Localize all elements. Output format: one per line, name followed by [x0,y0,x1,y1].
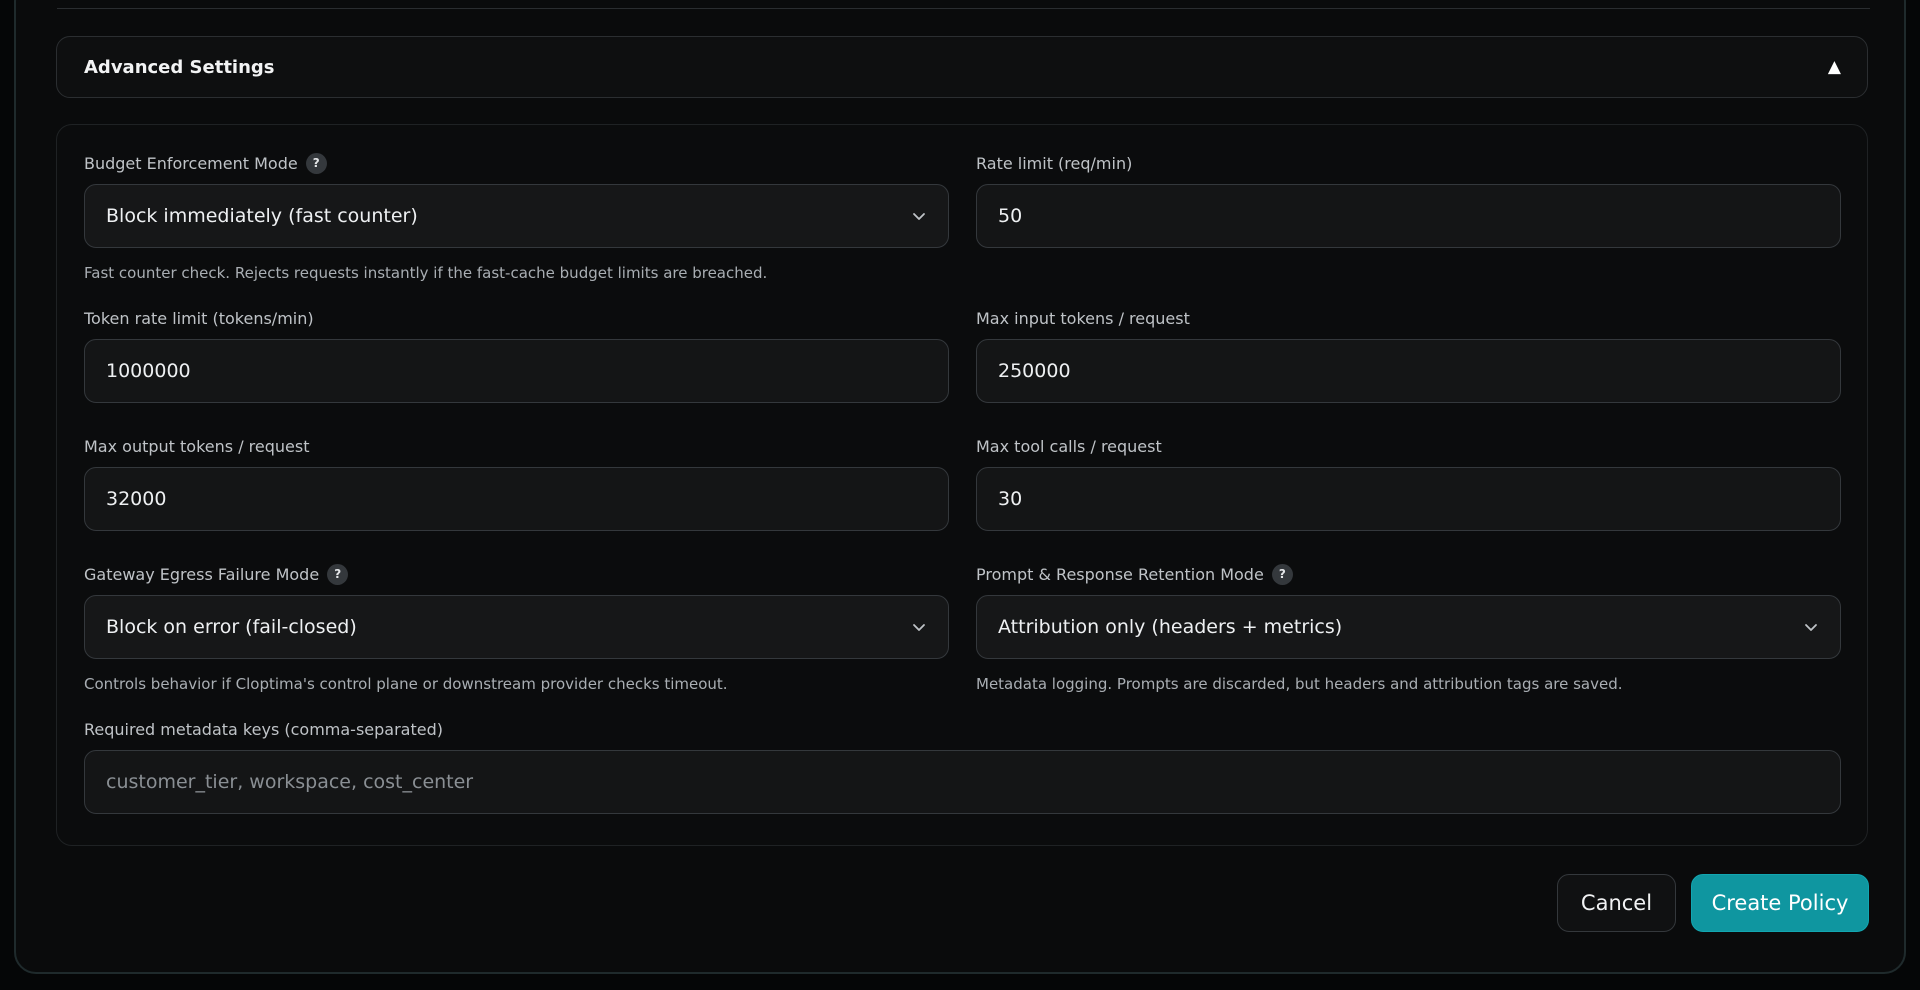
retention-mode-label: Prompt & Response Retention Mode [976,564,1264,584]
max-output-tokens-label: Max output tokens / request [84,436,310,456]
max-output-tokens-value: 32000 [106,488,167,510]
section-divider [57,8,1870,9]
max-tool-calls-label: Max tool calls / request [976,436,1162,456]
egress-failure-mode-value: Block on error (fail-closed) [106,616,357,638]
retention-mode-hint: Metadata logging. Prompts are discarded,… [976,675,1623,693]
egress-failure-mode-label: Gateway Egress Failure Mode [84,564,320,584]
egress-failure-mode-hint: Controls behavior if Cloptima's control … [84,675,728,693]
advanced-settings-toggle[interactable]: Advanced Settings ▲ [56,36,1868,98]
budget-mode-label: Budget Enforcement Mode [84,153,298,173]
retention-mode-select[interactable]: Attribution only (headers + metrics) [976,595,1841,659]
advanced-settings-panel: Budget Enforcement Mode ? Block immediat… [56,124,1868,846]
max-output-tokens-input[interactable]: 32000 [84,467,949,531]
create-policy-button[interactable]: Create Policy [1691,874,1869,932]
metadata-keys-field: Required metadata keys (comma-separated)… [84,718,1841,814]
caret-up-icon[interactable]: ▲ [1828,57,1841,77]
metadata-keys-label: Required metadata keys (comma-separated) [84,719,443,739]
chevron-down-icon [913,213,925,220]
token-rate-limit-value: 1000000 [106,360,191,382]
max-input-tokens-value: 250000 [998,360,1071,382]
advanced-settings-title: Advanced Settings [84,56,275,78]
egress-failure-mode-select[interactable]: Block on error (fail-closed) [84,595,949,659]
max-tool-calls-field: Max tool calls / request 30 [976,435,1841,531]
metadata-keys-input[interactable]: customer_tier, workspace, cost_center [84,750,1841,814]
chevron-down-icon [1805,624,1817,631]
retention-mode-value: Attribution only (headers + metrics) [998,616,1343,638]
rate-limit-input[interactable]: 50 [976,184,1841,248]
max-input-tokens-input[interactable]: 250000 [976,339,1841,403]
max-tool-calls-input[interactable]: 30 [976,467,1841,531]
rate-limit-label: Rate limit (req/min) [976,153,1133,173]
budget-mode-field: Budget Enforcement Mode ? Block immediat… [84,152,949,282]
retention-mode-field: Prompt & Response Retention Mode ? Attri… [976,563,1841,693]
token-rate-limit-input[interactable]: 1000000 [84,339,949,403]
help-icon[interactable]: ? [327,563,349,585]
token-rate-limit-field: Token rate limit (tokens/min) 1000000 [84,307,949,403]
max-tool-calls-value: 30 [998,488,1023,510]
budget-mode-hint: Fast counter check. Rejects requests ins… [84,264,768,282]
help-icon[interactable]: ? [305,152,327,174]
budget-mode-value: Block immediately (fast counter) [106,205,418,227]
token-rate-limit-label: Token rate limit (tokens/min) [84,308,314,328]
metadata-keys-placeholder: customer_tier, workspace, cost_center [106,771,474,793]
max-input-tokens-field: Max input tokens / request 250000 [976,307,1841,403]
cancel-button[interactable]: Cancel [1557,874,1676,932]
budget-mode-select[interactable]: Block immediately (fast counter) [84,184,949,248]
chevron-down-icon [913,624,925,631]
rate-limit-field: Rate limit (req/min) 50 [976,152,1841,248]
egress-failure-mode-field: Gateway Egress Failure Mode ? Block on e… [84,563,949,693]
max-output-tokens-field: Max output tokens / request 32000 [84,435,949,531]
rate-limit-value: 50 [998,205,1023,227]
help-icon[interactable]: ? [1271,563,1293,585]
max-input-tokens-label: Max input tokens / request [976,308,1190,328]
